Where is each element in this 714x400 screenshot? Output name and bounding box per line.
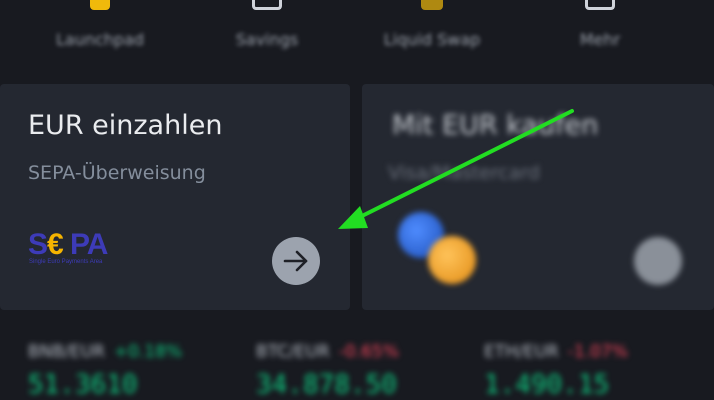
launchpad-icon bbox=[90, 0, 110, 10]
ticker-pair: BNB/EUR bbox=[28, 342, 105, 362]
nav-label: Savings bbox=[235, 30, 299, 49]
buy-arrow-button[interactable] bbox=[634, 237, 682, 285]
ticker-price: 34.878.50 bbox=[256, 370, 397, 400]
shortcut-bar: Launchpad Savings Liquid Swap Mehr bbox=[0, 0, 714, 82]
ticker-pair: ETH/EUR bbox=[484, 342, 559, 362]
liquid-swap-icon bbox=[421, 0, 443, 10]
card-subtitle: SEPA-Überweisung bbox=[28, 162, 206, 184]
ticker-item[interactable]: BTC/EUR -0.65% 34.878.50 bbox=[256, 342, 399, 400]
ticker-item[interactable]: BNB/EUR +0.18% 51.3610 bbox=[28, 342, 182, 400]
market-ticker: BNB/EUR +0.18% 51.3610 BTC/EUR -0.65% 34… bbox=[0, 322, 714, 400]
crypto-coin-icon bbox=[428, 236, 476, 284]
ticker-price: 51.3610 bbox=[28, 370, 138, 400]
arrow-right-icon bbox=[283, 250, 308, 272]
deposit-arrow-button[interactable] bbox=[272, 237, 320, 285]
more-icon bbox=[585, 0, 615, 10]
savings-icon bbox=[252, 0, 282, 10]
svg-text:Single Euro Payments Area: Single Euro Payments Area bbox=[29, 259, 103, 265]
ticker-change: -0.65% bbox=[338, 342, 399, 362]
nav-label: Liquid Swap bbox=[383, 30, 481, 49]
card-title: EUR einzahlen bbox=[28, 110, 223, 141]
svg-text:€: € bbox=[47, 228, 64, 261]
card-title: Mit EUR kaufen bbox=[392, 110, 599, 141]
ticker-change: +0.18% bbox=[113, 342, 183, 362]
sepa-logo: S € PA Single Euro Payments Area bbox=[28, 228, 128, 266]
ticker-item[interactable]: ETH/EUR -1.07% 1.490.15 bbox=[484, 342, 628, 400]
svg-text:PA: PA bbox=[70, 228, 108, 261]
nav-label: Mehr bbox=[579, 30, 621, 49]
card-subtitle: Visa/Mastercard bbox=[388, 162, 540, 184]
ticker-price: 1.490.15 bbox=[484, 370, 610, 400]
nav-label: Launchpad bbox=[55, 30, 145, 49]
svg-text:S: S bbox=[28, 228, 47, 261]
ticker-change: -1.07% bbox=[567, 342, 628, 362]
ticker-pair: BTC/EUR bbox=[256, 342, 330, 362]
